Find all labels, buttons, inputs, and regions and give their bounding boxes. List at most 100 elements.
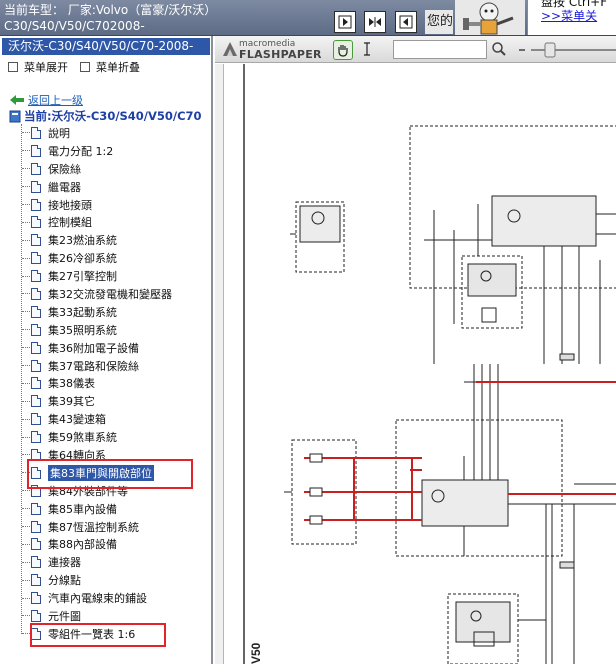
tree-item-label: 集85車內設備	[48, 502, 117, 516]
document-icon	[31, 126, 41, 139]
tree-connector	[22, 293, 30, 295]
tree-item-label: 集23燃油系統	[48, 234, 117, 248]
document-icon	[31, 180, 41, 193]
document-icon	[31, 592, 41, 605]
document-icon	[31, 377, 41, 390]
expand-box-icon	[8, 62, 18, 72]
document-icon	[31, 198, 41, 211]
tip-box: 盘按 Ctrl+F >>菜单关	[527, 0, 616, 35]
tree-item-label: 集37電路和保險絲	[48, 359, 139, 373]
tree-item[interactable]: 集43變速箱	[10, 410, 210, 428]
tree-item-label: 汽車內電線束的鋪設	[48, 592, 147, 606]
tree-item[interactable]: 連接器	[10, 553, 210, 571]
tree-item-label: 集36附加電子設備	[48, 341, 139, 355]
tree-connector	[22, 597, 30, 599]
tree-item[interactable]: 集23燃油系統	[10, 231, 210, 249]
tree-connector	[22, 204, 30, 205]
tree-connector	[22, 615, 30, 617]
menu-close-link[interactable]: >>菜单关	[541, 9, 616, 23]
tree-item[interactable]: 繼電器	[10, 178, 210, 196]
hand-tool-button[interactable]	[333, 40, 353, 60]
document-icon	[31, 162, 41, 175]
tree-connector	[22, 275, 30, 277]
zoom-slider[interactable]	[515, 41, 616, 59]
tree-item-label: 集43變速箱	[48, 413, 106, 427]
document-icon	[31, 234, 41, 247]
document-icon	[31, 431, 41, 444]
tree-connector	[22, 168, 30, 170]
document-icon	[31, 305, 41, 318]
collapse-menu-button[interactable]: 菜单折叠	[80, 59, 140, 75]
collapse-box-icon	[80, 62, 90, 72]
document-viewport[interactable]: V50	[215, 64, 616, 664]
tree-connector	[22, 150, 30, 152]
tree-connector	[22, 132, 30, 134]
search-icon[interactable]	[491, 41, 507, 57]
document-icon	[31, 287, 41, 300]
current-node[interactable]: 当前:沃尔沃-C30/S40/V50/C70	[9, 108, 202, 124]
back-link[interactable]: 返回上一级	[10, 92, 83, 108]
tree-item[interactable]: 集85車內設備	[10, 500, 210, 518]
tree-connector	[22, 526, 30, 528]
tree-item-label: 繼電器	[48, 180, 81, 194]
next-button[interactable]	[395, 11, 417, 33]
document-icon	[31, 341, 41, 354]
document-icon	[31, 556, 41, 569]
document-icon	[31, 609, 41, 622]
tree-item[interactable]: 電力分配 1:2	[10, 142, 210, 160]
tree-connector	[22, 490, 30, 492]
tree-item-label: 集27引擎控制	[48, 270, 117, 284]
tree-connector	[22, 311, 30, 313]
tree-item[interactable]: 集38儀表	[10, 374, 210, 392]
tree-item[interactable]: 集39其它	[10, 392, 210, 410]
fit-button[interactable]	[364, 11, 386, 33]
tree-connector	[22, 400, 30, 402]
tree-item[interactable]: 保險絲	[10, 160, 210, 178]
tip-text: 盘按 Ctrl+F	[541, 0, 608, 9]
tree-item[interactable]: 集37電路和保險絲	[10, 357, 210, 375]
flashpaper-logo-icon	[223, 42, 237, 56]
tree-item-label: 集38儀表	[48, 377, 95, 391]
document-icon	[31, 502, 41, 515]
tree-item[interactable]: 集26冷卻系統	[10, 249, 210, 267]
tree-item-label: 說明	[48, 126, 70, 140]
tree-connector	[22, 508, 30, 510]
highlight-box-parts-list	[30, 623, 166, 647]
tree-item[interactable]: 汽車內電線束的鋪設	[10, 589, 210, 607]
tree-item[interactable]: 集35照明系統	[10, 321, 210, 339]
tree-item[interactable]: 接地接頭	[10, 196, 210, 214]
tree-connector	[22, 579, 30, 581]
tree-item-label: 集35照明系統	[48, 323, 117, 337]
document-icon	[31, 359, 41, 372]
arrow-right-icon	[338, 15, 352, 29]
tree-item[interactable]: 說明	[10, 124, 210, 142]
green-back-arrow-icon	[10, 95, 24, 105]
model-label: V50	[249, 642, 263, 664]
tree-item[interactable]: 集88內部設備	[10, 535, 210, 553]
tree-item[interactable]: 集27引擎控制	[10, 267, 210, 285]
document-icon	[31, 538, 41, 551]
i-beam-icon	[364, 42, 370, 56]
document-icon	[31, 216, 41, 229]
tree-connector	[22, 347, 30, 349]
tree-connector	[22, 436, 30, 438]
expand-menu-button[interactable]: 菜单展开	[8, 59, 68, 75]
tree-item[interactable]: 控制模組	[10, 213, 210, 231]
text-select-button[interactable]	[363, 42, 371, 60]
document-icon	[31, 395, 41, 408]
tree-item-label: 集88內部設備	[48, 538, 117, 552]
tree-item-label: 接地接頭	[48, 198, 92, 212]
tree-item[interactable]: 集32交流發電機和變壓器	[10, 285, 210, 303]
tree-connector	[22, 239, 30, 241]
highlight-box-selected	[27, 459, 193, 489]
tree-item[interactable]: 分線點	[10, 571, 210, 589]
prev-button[interactable]	[334, 11, 356, 33]
hand-icon	[338, 45, 348, 57]
tree-item[interactable]: 集87恆溫控制系統	[10, 518, 210, 536]
tree-item-label: 元件圖	[48, 609, 81, 623]
wiring-diagram: V50	[243, 64, 616, 664]
tree-item[interactable]: 集33起動系統	[10, 303, 210, 321]
search-input[interactable]	[393, 40, 487, 59]
tree-item[interactable]: 集36附加電子設備	[10, 339, 210, 357]
tree-item[interactable]: 集59煞車系統	[10, 428, 210, 446]
